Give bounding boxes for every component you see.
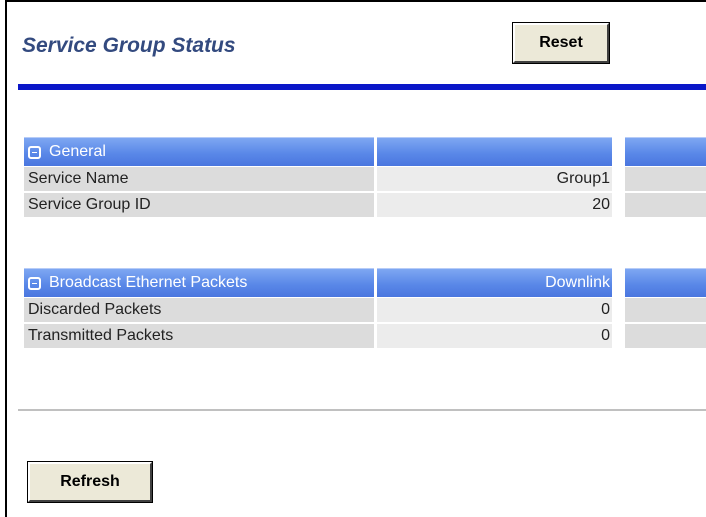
reset-button[interactable]: Reset — [512, 22, 610, 64]
page-title: Service Group Status — [22, 34, 236, 57]
broadcast-section: Broadcast Ethernet Packets Downlink Disc… — [24, 268, 706, 348]
row-label: Discarded Packets — [24, 298, 374, 322]
collapse-icon[interactable] — [28, 145, 41, 159]
row-label: Service Group ID — [24, 193, 374, 217]
window-border-left — [5, 0, 7, 517]
downlink-column-header: Downlink — [545, 274, 610, 291]
general-header: General — [24, 137, 706, 166]
table-row: Discarded Packets 0 — [24, 298, 706, 322]
broadcast-title: Broadcast Ethernet Packets — [49, 274, 248, 291]
collapse-icon[interactable] — [28, 276, 41, 290]
row-value: 0 — [377, 324, 612, 348]
title-divider — [18, 84, 706, 90]
refresh-button[interactable]: Refresh — [27, 461, 153, 503]
general-section: General Service Name Group1 Service Grou… — [24, 137, 706, 217]
window-border-top — [5, 0, 706, 2]
general-title: General — [49, 143, 106, 160]
broadcast-header: Broadcast Ethernet Packets Downlink — [24, 268, 706, 297]
row-label: Service Name — [24, 167, 374, 191]
table-row: Service Group ID 20 — [24, 193, 706, 217]
footer-divider — [18, 409, 706, 411]
table-row: Transmitted Packets 0 — [24, 324, 706, 348]
row-value: Group1 — [377, 167, 612, 191]
general-toggle[interactable]: General — [28, 143, 106, 161]
broadcast-toggle[interactable]: Broadcast Ethernet Packets — [28, 274, 247, 292]
table-row: Service Name Group1 — [24, 167, 706, 191]
row-value: 20 — [377, 193, 612, 217]
row-label: Transmitted Packets — [24, 324, 374, 348]
row-value: 0 — [377, 298, 612, 322]
